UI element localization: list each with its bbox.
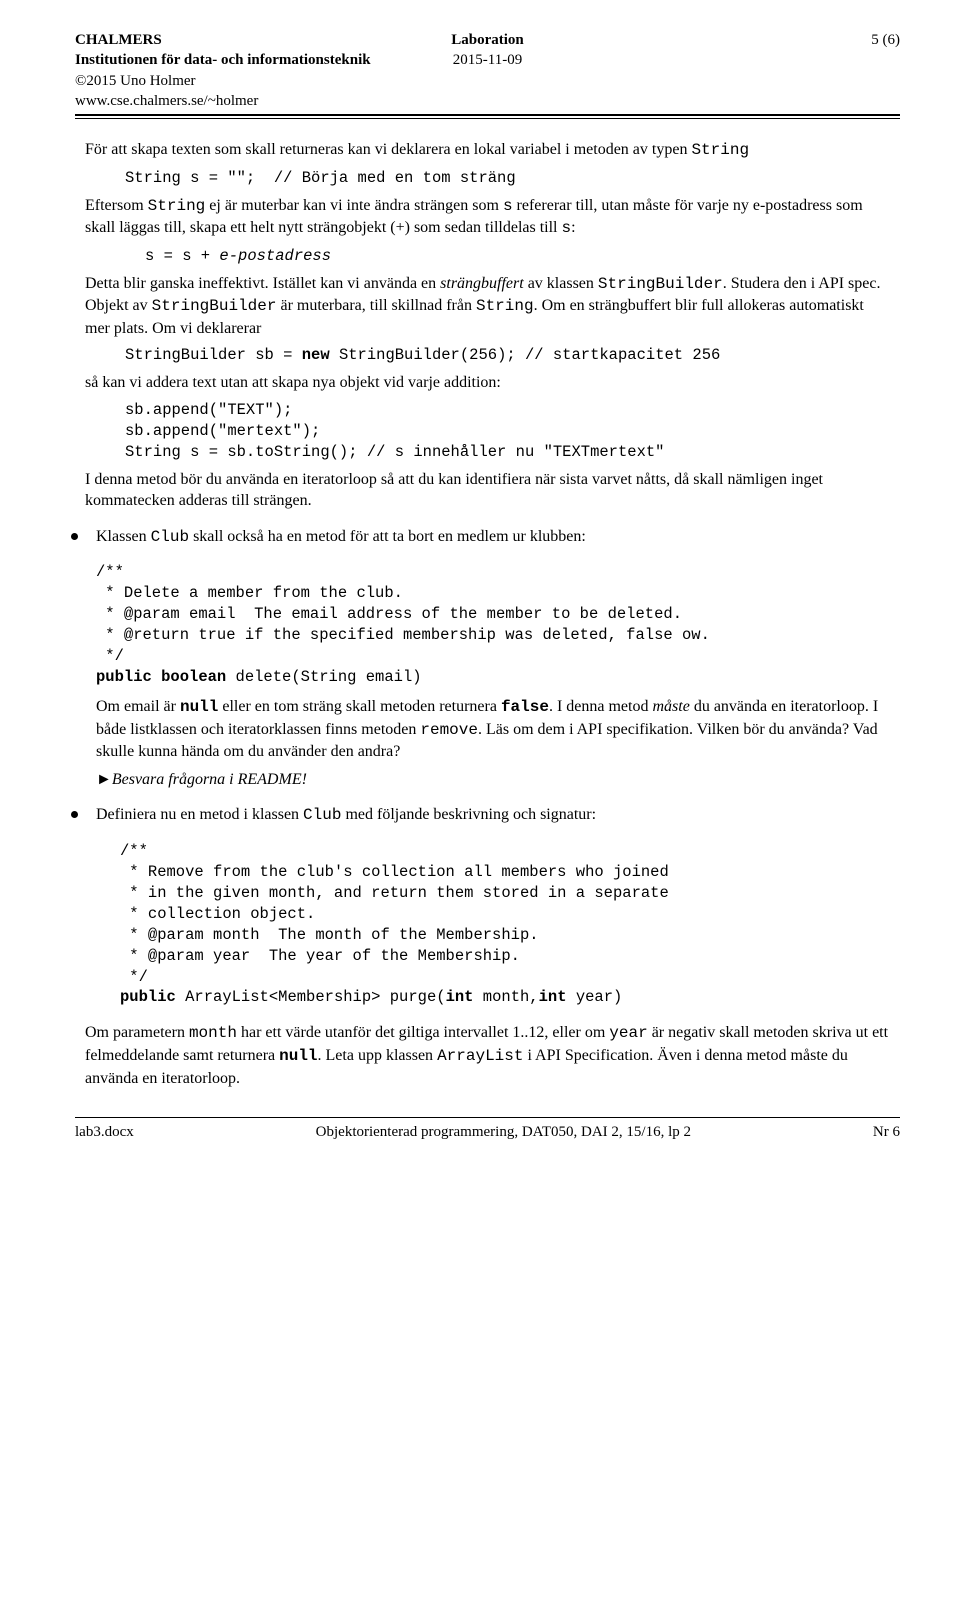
- callout-readme: ►Besvara frågorna i README!: [96, 769, 890, 791]
- code-block: sb.append("TEXT"); sb.append("mertext");…: [125, 400, 890, 463]
- text: av klassen: [524, 275, 598, 292]
- text: Definiera nu en metod i klassen: [96, 806, 303, 823]
- code-line: String s = sb.toString(); // s innehålle…: [125, 443, 665, 461]
- footer-left: lab3.docx: [75, 1122, 134, 1142]
- code-inline: String: [476, 297, 534, 315]
- text: . I denna metod: [549, 698, 653, 715]
- code-block: String s = ""; // Börja med en tom strän…: [125, 168, 890, 189]
- text: eller en tom sträng skall metoden return…: [218, 698, 501, 715]
- code-inline: year: [609, 1024, 647, 1042]
- paragraph: Detta blir ganska ineffektivt. Istället …: [85, 273, 890, 340]
- code-block: /** * Delete a member from the club. * @…: [96, 562, 890, 688]
- italic-text: e-postadress: [219, 247, 331, 265]
- bullet-icon: [71, 811, 78, 818]
- footer-center: Objektorienterad programmering, DAT050, …: [316, 1122, 691, 1142]
- code-line: /**: [120, 842, 148, 860]
- code-line: * Remove from the club's collection all …: [120, 863, 669, 881]
- code-text: month,: [483, 988, 539, 1006]
- text: Om email är: [96, 698, 180, 715]
- footer-right: Nr 6: [873, 1122, 900, 1142]
- page-footer: lab3.docx Objektorienterad programmering…: [75, 1117, 900, 1142]
- italic-text: strängbuffert: [440, 275, 524, 292]
- code-inline: Club: [303, 806, 341, 824]
- code-keyword: null: [180, 698, 218, 716]
- text: med följande beskrivning och signatur:: [341, 806, 596, 823]
- code-keyword: public: [120, 988, 185, 1006]
- code-line: */: [120, 968, 148, 986]
- code-block: StringBuilder sb = new StringBuilder(256…: [125, 345, 890, 366]
- code-keyword: null: [279, 1047, 317, 1065]
- paragraph: Definiera nu en metod i klassen Club med…: [96, 804, 890, 827]
- code-inline: ArrayList: [437, 1047, 523, 1065]
- code-inline: s: [503, 197, 513, 215]
- text: skall också ha en metod för att ta bort …: [189, 528, 586, 545]
- text: För att skapa texten som skall returnera…: [85, 141, 691, 158]
- header-page: 5 (6): [871, 30, 900, 50]
- code-text: delete(String email): [236, 668, 422, 686]
- header-title: Laboration: [75, 30, 900, 50]
- text: . Leta upp klassen: [318, 1047, 438, 1064]
- code-line: /**: [96, 563, 124, 581]
- header-date: 2015-11-09: [75, 50, 900, 70]
- code-inline: s: [562, 219, 572, 237]
- text: ej är muterbar kan vi inte ändra stränge…: [205, 197, 503, 214]
- code-keyword: false: [501, 698, 549, 716]
- document-body: För att skapa texten som skall returnera…: [75, 139, 900, 1089]
- code-keyword: int: [446, 988, 483, 1006]
- page-header: CHALMERS Institutionen för data- och inf…: [75, 30, 900, 111]
- code-inline: StringBuilder: [598, 275, 723, 293]
- code-inline: remove: [420, 721, 478, 739]
- code-inline: String: [148, 197, 206, 215]
- text: har ett värde utanför det giltiga interv…: [237, 1024, 609, 1041]
- paragraph: Om email är null eller en tom sträng ska…: [96, 696, 890, 763]
- text: Detta blir ganska ineffektivt. Istället …: [85, 275, 440, 292]
- header-rule-thick: [75, 114, 900, 116]
- code-line: * @param email The email address of the …: [96, 605, 682, 623]
- paragraph: Klassen Club skall också ha en metod för…: [96, 526, 890, 549]
- code-block: /** * Remove from the club's collection …: [120, 841, 890, 1008]
- paragraph: Eftersom String ej är muterbar kan vi in…: [85, 195, 890, 240]
- bullet-icon: [71, 533, 78, 540]
- code-line: sb.append("mertext");: [125, 422, 320, 440]
- code-inline: month: [189, 1024, 237, 1042]
- bullet-item: Klassen Club skall också ha en metod för…: [85, 526, 890, 791]
- code-text: ArrayList<Membership> purge(: [185, 988, 445, 1006]
- code-inline: StringBuilder: [152, 297, 277, 315]
- paragraph: För att skapa texten som skall returnera…: [85, 139, 890, 162]
- code-inline: String: [691, 141, 749, 159]
- code-keyword: int: [539, 988, 576, 1006]
- text: :: [571, 219, 575, 236]
- italic-text: måste: [652, 698, 689, 715]
- code-line: * @return true if the specified membersh…: [96, 626, 710, 644]
- header-url: www.cse.chalmers.se/~holmer: [75, 91, 900, 111]
- code-block: s = s + e-postadress: [145, 246, 890, 267]
- code-inline: Club: [151, 528, 189, 546]
- code-line: * @param month The month of the Membersh…: [120, 926, 539, 944]
- code-line: */: [96, 647, 124, 665]
- paragraph: I denna metod bör du använda en iterator…: [85, 469, 890, 512]
- code-text: year): [576, 988, 623, 1006]
- bullet-item: Definiera nu en metod i klassen Club med…: [85, 804, 890, 1014]
- header-copyright: ©2015 Uno Holmer: [75, 71, 900, 91]
- code-line: sb.append("TEXT");: [125, 401, 292, 419]
- text: Om parametern: [85, 1024, 189, 1041]
- code-line: * in the given month, and return them st…: [120, 884, 669, 902]
- header-rule-thin: [75, 118, 900, 119]
- text: Klassen: [96, 528, 151, 545]
- code-keyword: public boolean: [96, 668, 236, 686]
- code-line: * @param year The year of the Membership…: [120, 947, 520, 965]
- paragraph: så kan vi addera text utan att skapa nya…: [85, 372, 890, 394]
- text: Eftersom: [85, 197, 148, 214]
- paragraph: Om parametern month har ett värde utanfö…: [85, 1022, 890, 1089]
- footer-rule: [75, 1117, 900, 1118]
- text: är muterbara, till skillnad från: [276, 297, 475, 314]
- code-line: * collection object.: [120, 905, 315, 923]
- code-line: * Delete a member from the club.: [96, 584, 403, 602]
